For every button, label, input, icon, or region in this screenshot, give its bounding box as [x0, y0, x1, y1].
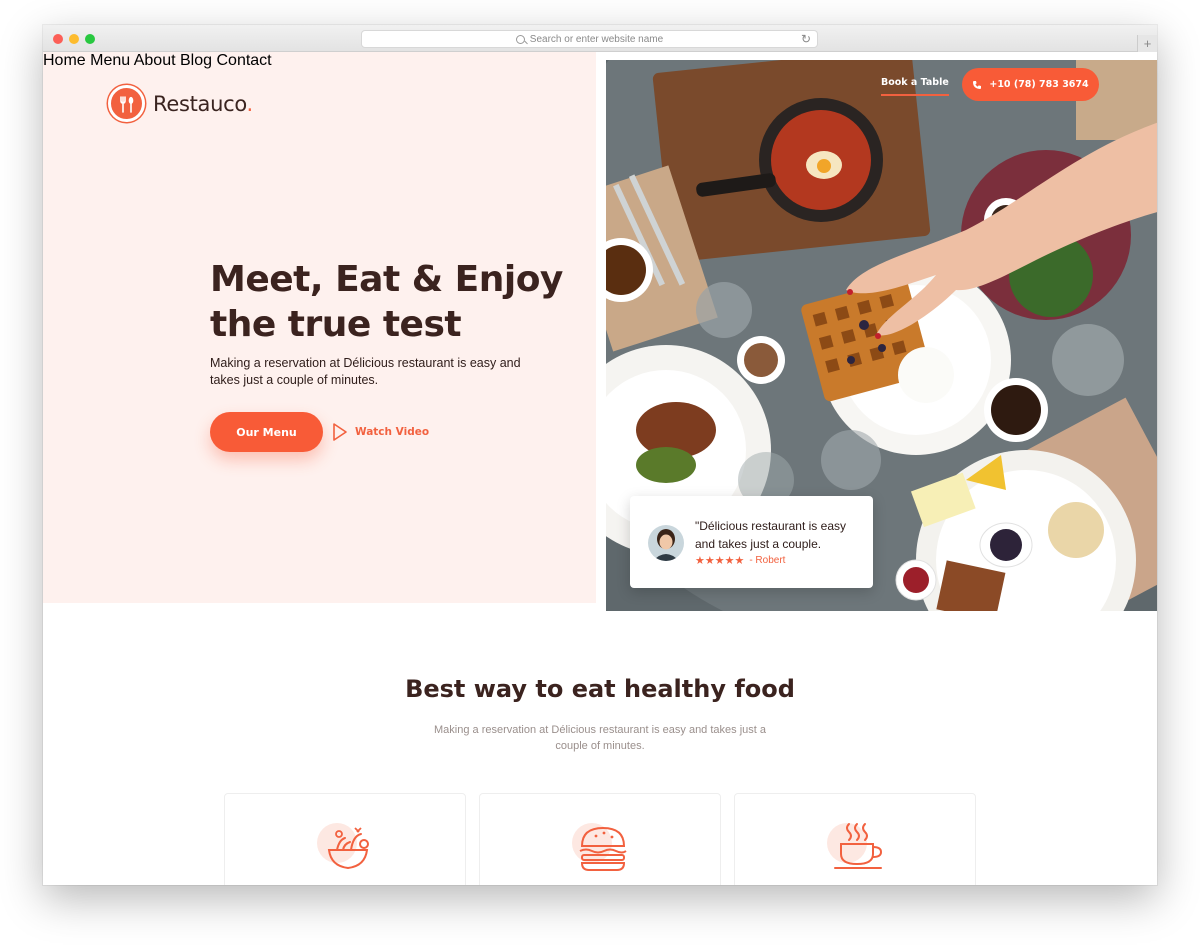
- review-quote-line1: "Délicious restaurant is easy: [695, 519, 846, 533]
- main-nav: Home Menu About Blog Contact: [43, 52, 596, 70]
- close-window-button[interactable]: [53, 34, 63, 44]
- brand-name-suffix: .: [246, 91, 254, 116]
- review-author: - Robert: [749, 555, 786, 566]
- maximize-window-button[interactable]: [85, 34, 95, 44]
- review-card: "Délicious restaurant is easy and takes …: [630, 496, 873, 588]
- nav-contact[interactable]: Contact: [216, 52, 271, 69]
- address-bar-placeholder: Search or enter website name: [529, 33, 664, 45]
- nav-about[interactable]: About: [134, 52, 176, 69]
- nav-menu[interactable]: Menu: [90, 52, 130, 69]
- nav-home[interactable]: Home: [43, 52, 86, 69]
- reload-icon[interactable]: ↻: [801, 32, 811, 46]
- brand-name: Restauco: [153, 91, 247, 116]
- features-subtitle: Making a reservation at Délicious restau…: [433, 722, 767, 754]
- fork-spoon-icon: [108, 85, 145, 122]
- nav-blog[interactable]: Blog: [180, 52, 212, 69]
- site-logo[interactable]: Restauco.: [108, 85, 253, 122]
- salad-bowl-icon: [317, 820, 379, 876]
- features-subtitle-line2: couple of minutes.: [555, 740, 645, 752]
- phone-number: +10 (78) 783 3674: [989, 79, 1089, 90]
- feature-card-coffee[interactable]: [734, 793, 976, 885]
- hero-title-line2: the true test: [210, 304, 462, 345]
- phone-icon: [973, 80, 982, 89]
- feature-card-healthy[interactable]: [224, 793, 466, 885]
- review-meta: ★★★★★ - Robert: [695, 554, 785, 567]
- coffee-cup-icon: [827, 820, 889, 876]
- hero-subtitle: Making a reservation at Délicious restau…: [210, 356, 521, 387]
- features-title: Best way to eat healthy food: [405, 675, 795, 703]
- browser-toolbar: Search or enter website name ↻ +: [43, 25, 1157, 52]
- minimize-window-button[interactable]: [69, 34, 79, 44]
- feature-card-burger[interactable]: [479, 793, 721, 885]
- watch-video-label: Watch Video: [355, 426, 430, 438]
- burger-icon: [572, 820, 634, 876]
- reviewer-avatar: [648, 525, 684, 561]
- hero-title-line1: Meet, Eat & Enjoy: [210, 259, 563, 300]
- hero-section: Restauco. Home Menu About Blog Contact M…: [43, 52, 596, 603]
- new-tab-button[interactable]: +: [1137, 35, 1157, 52]
- watch-video-link[interactable]: Watch Video: [331, 422, 429, 442]
- phone-button[interactable]: +10 (78) 783 3674: [962, 68, 1099, 101]
- play-icon: [333, 423, 347, 441]
- review-quote: "Délicious restaurant is easy and takes …: [695, 517, 865, 553]
- book-table-link[interactable]: Book a Table: [881, 77, 949, 96]
- search-icon: [515, 34, 525, 44]
- our-menu-button[interactable]: Our Menu: [210, 412, 323, 452]
- browser-window: Search or enter website name ↻ + Restauc…: [43, 25, 1157, 885]
- features-subtitle-line1: Making a reservation at Délicious restau…: [434, 724, 766, 736]
- star-rating-icons: ★★★★★: [695, 555, 745, 567]
- review-quote-line2: and takes just a couple.: [695, 537, 822, 551]
- address-bar[interactable]: Search or enter website name ↻: [361, 30, 818, 48]
- hero-title: Meet, Eat & Enjoy the true test: [210, 257, 580, 347]
